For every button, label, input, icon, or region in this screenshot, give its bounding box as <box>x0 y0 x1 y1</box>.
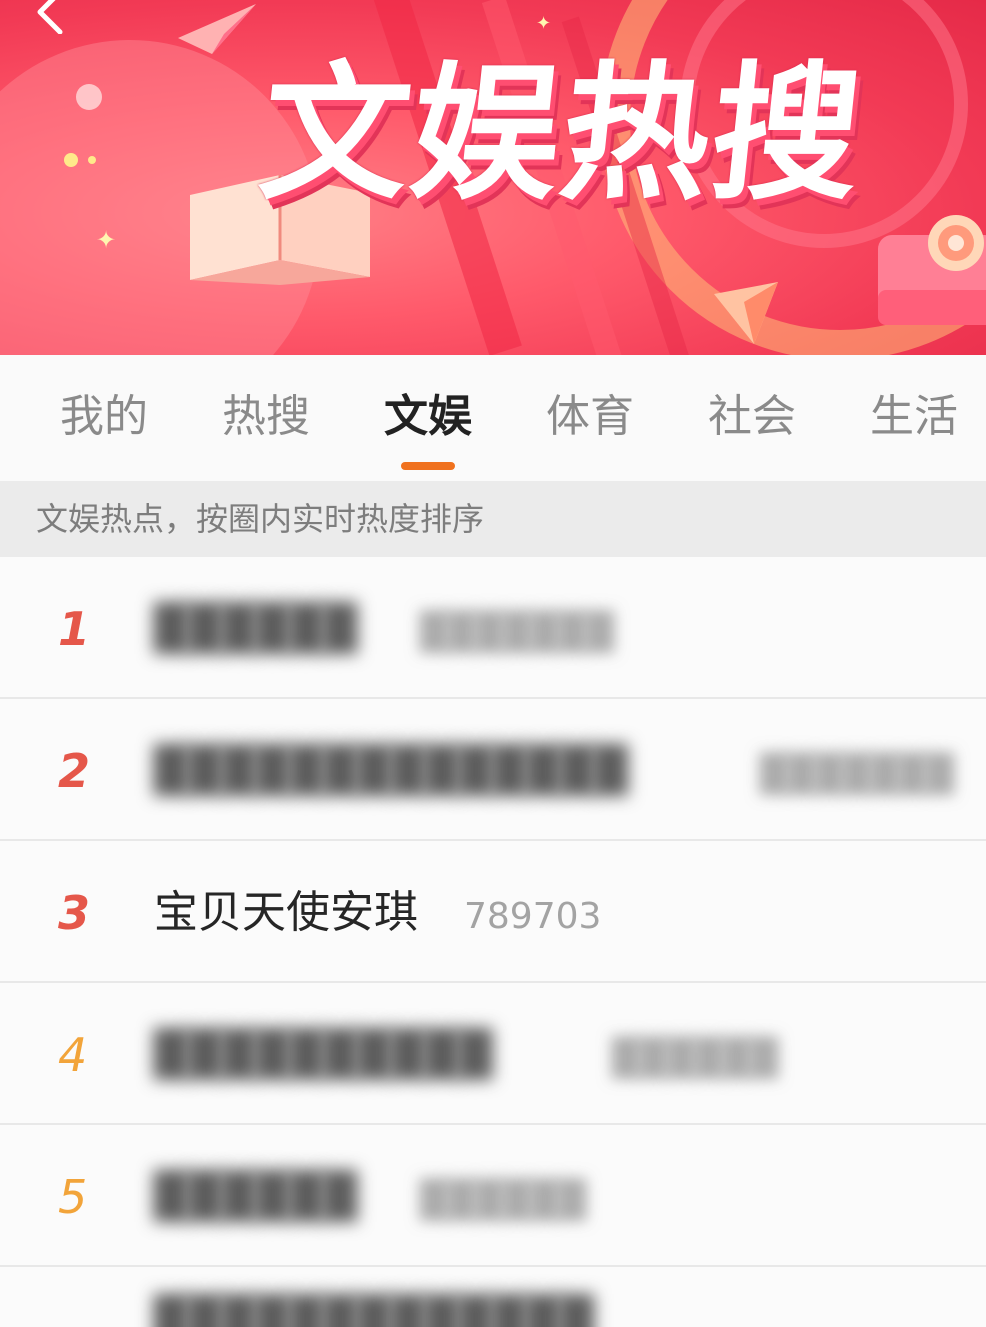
banner-decoration <box>64 153 78 167</box>
list-item-title: 宝贝天使安琪 <box>154 887 418 938</box>
list-item-title-redacted: █████████████ <box>154 1295 594 1327</box>
tab-sports[interactable]: 体育 <box>546 389 634 445</box>
banner-decoration <box>88 156 96 164</box>
list-item[interactable]: 1 ██████ ███████ <box>0 557 986 699</box>
list-item-count-redacted: ██████ <box>612 1038 779 1079</box>
list-item-title-redacted: ██████ <box>154 1171 358 1222</box>
tab-hot-search[interactable]: 热搜 <box>222 389 310 445</box>
paper-plane-icon <box>178 4 256 54</box>
list-item[interactable]: 5 ██████ ██████ <box>0 1125 986 1267</box>
rank-number: 5 <box>58 1170 88 1224</box>
list-item-title-redacted: ██████████████ <box>154 745 628 796</box>
list-item-count-redacted: ███████ <box>420 612 614 653</box>
banner-title: 文娱热搜 <box>252 48 872 220</box>
sparkle-icon: ✦ <box>96 226 117 254</box>
rank-number: 1 <box>58 602 91 656</box>
active-tab-indicator <box>401 462 455 470</box>
sparkle-icon: ✦ <box>536 13 552 34</box>
list-item[interactable]: 3 宝贝天使安琪 789703 <box>0 841 986 983</box>
chevron-left-icon <box>37 0 63 34</box>
list-item-partial[interactable]: █████████████ <box>0 1267 986 1327</box>
list-item-count-redacted: ███████ <box>760 754 954 795</box>
section-description: 文娱热点，按圈内实时热度排序 <box>0 481 986 557</box>
tab-society[interactable]: 社会 <box>708 389 796 445</box>
rank-number: 2 <box>58 744 91 798</box>
back-button[interactable] <box>26 0 74 34</box>
list-item-title-redacted: ██████████ <box>154 1029 493 1080</box>
list-item-count: 789703 <box>464 896 602 937</box>
list-item[interactable]: 2 ██████████████ ███████ <box>0 699 986 841</box>
category-tab-bar: 我的 热搜 文娱 体育 社会 生活 <box>0 355 986 481</box>
list-item-count-redacted: ██████ <box>420 1180 587 1221</box>
pyramid-icon <box>714 282 778 344</box>
tab-mine[interactable]: 我的 <box>60 389 148 445</box>
header-banner: ✦ ✦ 文娱热搜 <box>0 0 986 355</box>
list-item-title-redacted: ██████ <box>154 603 358 654</box>
tab-entertainment[interactable]: 文娱 <box>384 389 472 445</box>
rank-number: 3 <box>58 886 91 940</box>
hot-search-list: 1 ██████ ███████ 2 ██████████████ ██████… <box>0 557 986 1327</box>
tab-life[interactable]: 生活 <box>870 389 958 445</box>
banner-decoration <box>76 84 102 110</box>
list-item[interactable]: 4 ██████████ ██████ <box>0 983 986 1125</box>
section-description-text: 文娱热点，按圈内实时热度排序 <box>36 500 485 538</box>
rank-number: 4 <box>58 1028 88 1082</box>
